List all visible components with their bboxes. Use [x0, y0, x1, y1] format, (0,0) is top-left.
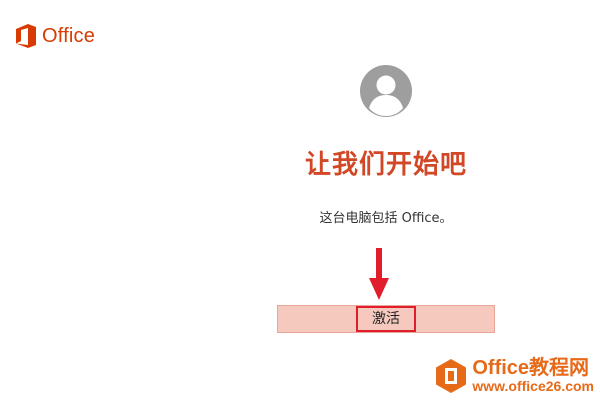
office-activation-page: Office 让我们开始吧 这台电脑包括 Office。 激活 Office教程…: [0, 0, 600, 400]
activate-button[interactable]: 激活: [277, 305, 495, 333]
down-arrow-icon: [369, 248, 389, 300]
user-avatar-icon: [359, 64, 413, 118]
site-watermark: Office教程网 www.office26.com: [436, 358, 594, 394]
page-title: 让我们开始吧: [304, 150, 467, 180]
watermark-text: Office教程网 www.office26.com: [472, 358, 594, 394]
office-logo-icon: [436, 359, 467, 394]
watermark-title: Office教程网: [472, 357, 590, 380]
brand-name: Office: [42, 24, 96, 47]
page-description: 这台电脑包括 Office。: [319, 211, 453, 226]
office-brand: Office: [16, 24, 95, 48]
office-logo-icon: [16, 24, 36, 48]
activate-button-label: 激活: [356, 306, 416, 332]
watermark-url: www.office26.com: [472, 378, 594, 395]
